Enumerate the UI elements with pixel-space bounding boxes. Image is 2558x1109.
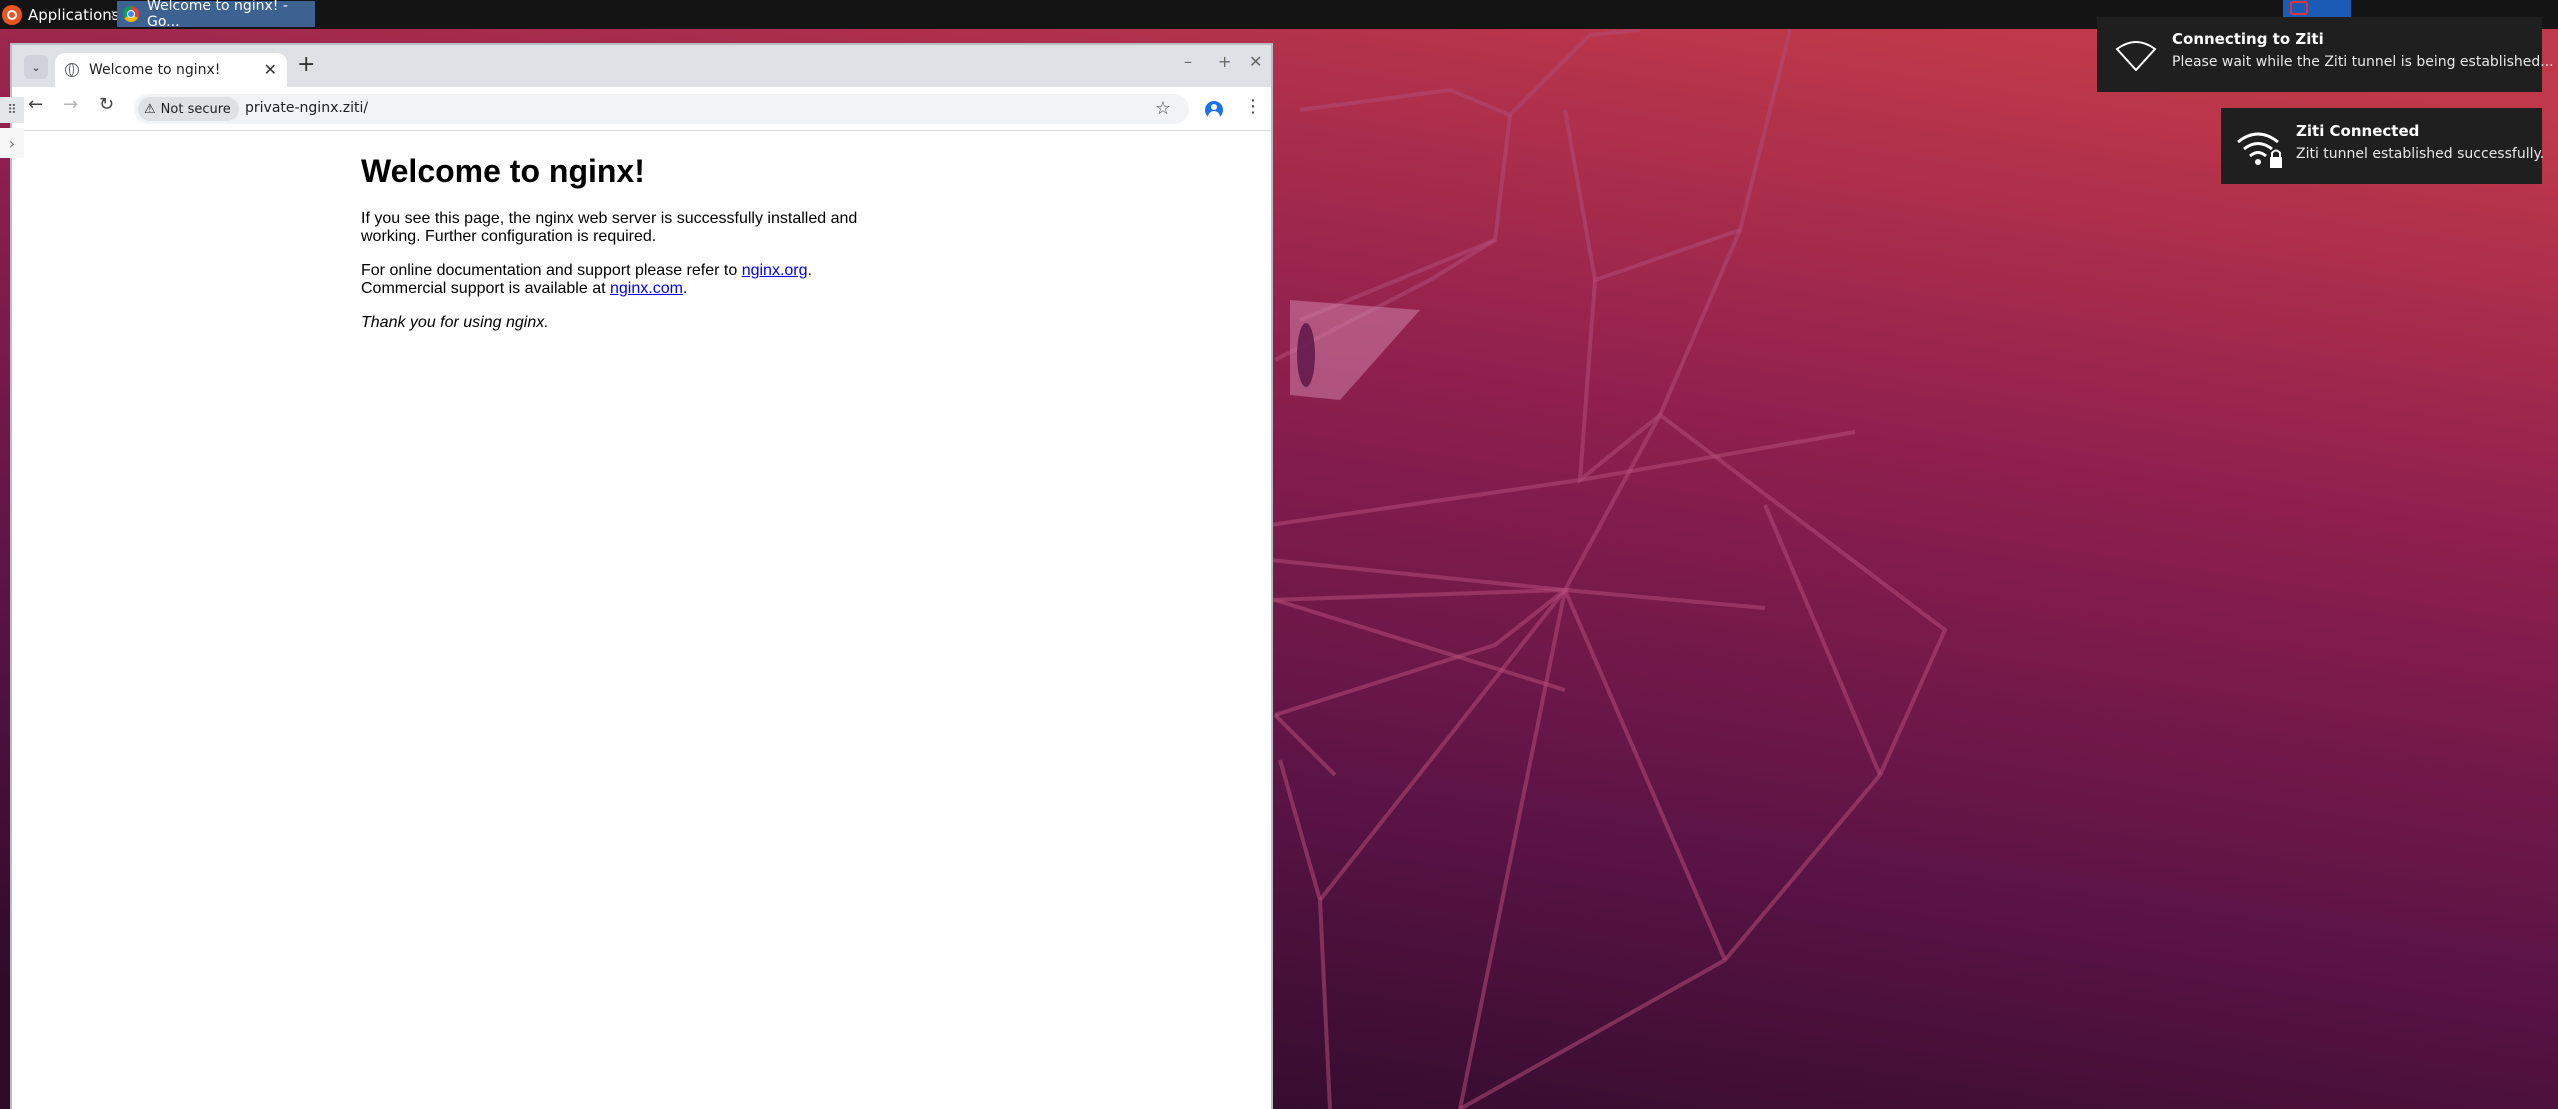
- maximize-button[interactable]: +: [1218, 54, 1231, 70]
- thanks-paragraph: Thank you for using nginx.: [361, 314, 881, 332]
- tab-search-chevron-icon[interactable]: ⌄: [24, 55, 48, 79]
- dock-grip-icon[interactable]: ⠿: [0, 97, 24, 123]
- back-arrow-icon[interactable]: ←: [28, 96, 43, 114]
- wifi-outline-icon: [2115, 41, 2157, 71]
- taskbar-item-label: Welcome to nginx! - Go...: [147, 0, 288, 30]
- close-window-button[interactable]: ✕: [1249, 54, 1262, 70]
- nginx-org-link[interactable]: nginx.org: [742, 262, 808, 279]
- security-label: Not secure: [160, 101, 231, 117]
- url-text[interactable]: private-nginx.ziti/: [245, 100, 368, 116]
- docs-text-suffix: .: [682, 280, 688, 297]
- panel-separator: :: [110, 6, 115, 22]
- notification-connected[interactable]: Ziti Connected Ziti tunnel established s…: [2221, 108, 2545, 184]
- thanks-text: Thank you for using nginx.: [361, 314, 549, 331]
- dock-expand-icon[interactable]: ›: [0, 128, 24, 158]
- browser-toolbar: ← → ↻ ⚠ Not secure private-nginx.ziti/ ☆…: [12, 87, 1271, 131]
- tab-close-icon[interactable]: ✕: [264, 62, 277, 78]
- globe-icon: [65, 63, 79, 77]
- security-chip[interactable]: ⚠ Not secure: [138, 97, 239, 121]
- tray-app-icon[interactable]: [2290, 1, 2308, 15]
- wifi-lock-icon: [2237, 132, 2282, 168]
- browser-window: ⌄ Welcome to nginx! ✕ + – + ✕ ← → ↻ ⚠ No…: [10, 43, 1273, 1109]
- applications-menu-button[interactable]: Applications: [0, 0, 126, 29]
- tab-strip: ⌄ Welcome to nginx! ✕ + – + ✕: [12, 45, 1271, 87]
- tab-title: Welcome to nginx!: [89, 62, 221, 78]
- chrome-icon: [123, 6, 139, 22]
- page-content: Welcome to nginx! If you see this page, …: [361, 153, 881, 348]
- minimize-button[interactable]: –: [1184, 54, 1192, 70]
- warning-triangle-icon: ⚠: [144, 101, 156, 117]
- page-heading: Welcome to nginx!: [361, 153, 645, 189]
- docs-paragraph: For online documentation and support ple…: [361, 262, 881, 298]
- notification-body: Ziti tunnel established successfully.: [2296, 146, 2545, 162]
- bookmark-star-icon[interactable]: ☆: [1155, 98, 1171, 119]
- address-bar[interactable]: ⚠ Not secure private-nginx.ziti/ ☆: [134, 94, 1189, 124]
- profile-avatar-icon[interactable]: [1205, 101, 1223, 119]
- page-viewport: Welcome to nginx! If you see this page, …: [12, 131, 1271, 1109]
- tab-welcome-nginx[interactable]: Welcome to nginx! ✕: [55, 53, 287, 87]
- intro-paragraph: If you see this page, the nginx web serv…: [361, 210, 858, 245]
- notification-body: Please wait while the Ziti tunnel is bei…: [2172, 54, 2554, 70]
- ubuntu-logo-icon: [2, 4, 22, 25]
- notification-title: Connecting to Ziti: [2172, 30, 2324, 48]
- docs-text-prefix: For online documentation and support ple…: [361, 262, 742, 279]
- reload-icon[interactable]: ↻: [99, 96, 114, 114]
- taskbar-item-browser[interactable]: Welcome to nginx! - Go...: [117, 0, 315, 30]
- new-tab-button[interactable]: +: [297, 54, 315, 76]
- applications-label: Applications: [28, 5, 120, 24]
- more-menu-icon[interactable]: ⋮: [1244, 98, 1262, 116]
- nginx-com-link[interactable]: nginx.com: [610, 280, 683, 297]
- forward-arrow-icon[interactable]: →: [63, 96, 78, 114]
- notification-title: Ziti Connected: [2296, 122, 2420, 140]
- notification-connecting[interactable]: Connecting to Ziti Please wait while the…: [2097, 17, 2554, 92]
